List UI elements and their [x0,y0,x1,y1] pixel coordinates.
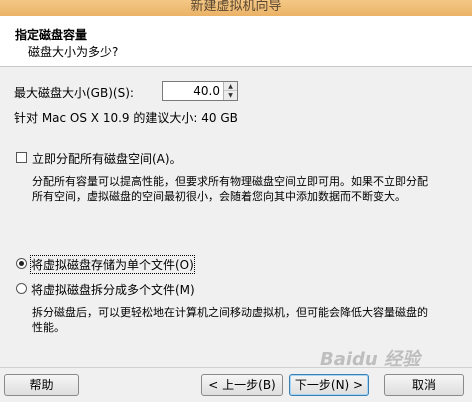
wizard-header: 指定磁盘容量 磁盘大小为多少? [0,16,472,67]
allocate-description-line1: 分配所有容量可以提高性能，但要求所有物理磁盘空间立即可用。如果不立即分配 [32,175,428,188]
stepper-arrows: ▲ ▼ [223,82,237,100]
allocate-all-label[interactable]: 立即分配所有磁盘空间(A)。 [32,150,182,167]
cancel-button[interactable]: 取消 [384,374,464,396]
help-button[interactable]: 帮助 [4,374,79,396]
multiple-files-label[interactable]: 将虚拟磁盘拆分成多个文件(M) [31,281,195,298]
multiple-files-radio[interactable] [16,283,27,294]
decrement-arrow-icon[interactable]: ▼ [224,91,237,100]
page-title: 指定磁盘容量 [15,28,88,42]
wizard-content: 最大磁盘大小(GB)(S): ▲ ▼ 针对 Mac OS X 10.9 的建议大… [0,67,472,367]
next-button[interactable]: 下一步(N) > [289,374,369,396]
page-subtitle: 磁盘大小为多少? [28,45,119,59]
single-file-radio[interactable] [16,258,27,269]
button-separator [0,367,472,368]
back-button[interactable]: < 上一步(B) [201,374,283,396]
disk-size-label: 最大磁盘大小(GB)(S): [14,86,134,100]
multiple-files-description-line2: 性能。 [32,321,65,334]
allocate-all-checkbox[interactable] [16,152,27,163]
multiple-files-description-line1: 拆分磁盘后，可以更轻松地在计算机之间移动虚拟机，但可能会降低大容量磁盘的 [32,306,428,319]
increment-arrow-icon[interactable]: ▲ [224,82,237,91]
recommended-size-text: 针对 Mac OS X 10.9 的建议大小: 40 GB [14,111,238,125]
disk-size-stepper[interactable]: ▲ ▼ [162,81,238,101]
window-title: 新建虚拟机向导 [0,0,472,16]
disk-size-input[interactable] [163,82,223,100]
allocate-description-line2: 所有空间，虚拟磁盘的空间最初很小，会随着您向其中添加数据而不断变大。 [32,190,406,203]
single-file-label[interactable]: 将虚拟磁盘存储为单个文件(O) [30,255,195,274]
